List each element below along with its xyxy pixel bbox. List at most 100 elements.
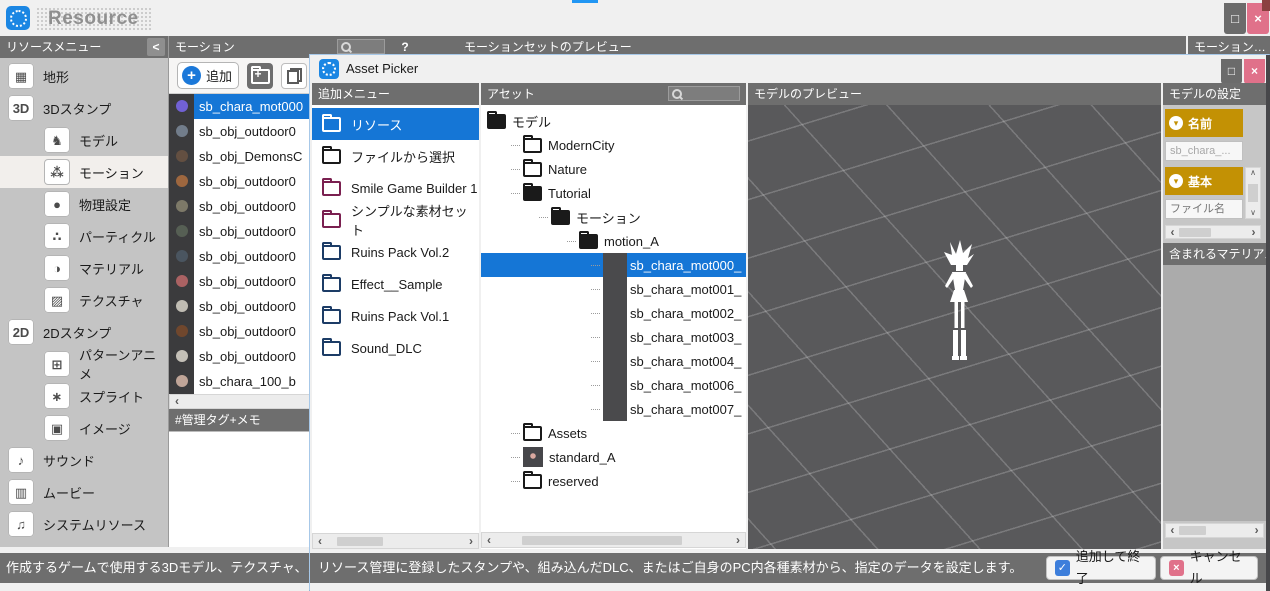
sidebar-item[interactable]: ▨ テクスチャ xyxy=(0,284,168,316)
add-menu-item[interactable]: ファイルから選択 xyxy=(312,140,479,172)
name-section-header[interactable]: ▾ 名前 xyxy=(1165,109,1243,137)
tree-item[interactable]: ModernCity xyxy=(481,133,746,157)
scroll-left-icon[interactable]: ‹ xyxy=(313,535,327,548)
tree-item[interactable]: モデル xyxy=(481,109,746,133)
folder-icon xyxy=(322,309,341,324)
tree-item[interactable]: モーション xyxy=(481,205,746,229)
asset-search-input[interactable] xyxy=(668,86,740,101)
materials-hscrollbar[interactable]: ‹ › xyxy=(1165,523,1264,538)
item-thumbnail xyxy=(169,344,194,369)
cancel-button[interactable]: × キャンセル xyxy=(1160,556,1258,580)
add-menu-item[interactable]: Sound_DLC xyxy=(312,332,479,364)
add-button[interactable]: + 追加 xyxy=(177,62,239,89)
scroll-right-icon[interactable]: › xyxy=(464,535,478,548)
collapse-sidebar-button[interactable]: < xyxy=(147,38,165,56)
add-menu-item[interactable]: リソース xyxy=(312,108,479,140)
sidebar-item[interactable]: ⊞ パターンアニメ xyxy=(0,348,168,380)
tree-item[interactable]: sb_chara_mot002_ xyxy=(481,301,746,325)
settings-hscrollbar[interactable]: ‹ › xyxy=(1165,225,1261,239)
tree-connector xyxy=(591,361,600,362)
sidebar-item[interactable]: 3D 3Dスタンプ xyxy=(0,92,168,124)
system-resource-icon: ♫ xyxy=(8,511,34,537)
tree-item[interactable]: Nature xyxy=(481,157,746,181)
add-menu-panel: 追加メニュー リソース ファイルから選択 Smile Game Builder … xyxy=(312,83,479,549)
scroll-right-icon[interactable]: › xyxy=(731,534,745,547)
tree-item[interactable]: sb_chara_mot001_ xyxy=(481,277,746,301)
scroll-left-icon[interactable]: ‹ xyxy=(170,395,184,408)
scroll-left-icon[interactable]: ‹ xyxy=(1166,226,1179,239)
app-icon xyxy=(6,6,30,30)
resource-menu-sidebar: リソースメニュー < ▦ 地形 3D 3Dスタンプ ♞ モデル ⁂ モーション … xyxy=(0,36,168,547)
scroll-up-icon[interactable]: ∧ xyxy=(1250,168,1256,178)
tree-connector xyxy=(539,217,548,218)
item-thumbnail xyxy=(169,219,194,244)
tree-item[interactable]: sb_chara_mot006_ xyxy=(481,373,746,397)
scroll-down-icon[interactable]: ∨ xyxy=(1250,208,1256,218)
add-menu-item[interactable]: シンプルな素材セット xyxy=(312,204,479,236)
sidebar-item[interactable]: ♞ モデル xyxy=(0,124,168,156)
sidebar-items: ▦ 地形 3D 3Dスタンプ ♞ モデル ⁂ モーション ● 物理設定 ∴ パー… xyxy=(0,58,168,540)
motion-icon: ⁂ xyxy=(44,159,70,185)
motion-item-label: sb_obj_outdoor0 xyxy=(194,349,296,364)
scroll-left-icon[interactable]: ‹ xyxy=(1166,524,1179,537)
sidebar-item[interactable]: ⁂ モーション xyxy=(0,156,168,188)
tree-item[interactable]: sb_chara_mot004_ xyxy=(481,349,746,373)
settings-vscrollbar[interactable]: ∧ ∨ xyxy=(1245,167,1261,219)
tree-item[interactable]: Assets xyxy=(481,421,746,445)
add-menu-item[interactable]: Ruins Pack Vol.1 xyxy=(312,300,479,332)
motion-item-label: sb_obj_outdoor0 xyxy=(194,274,296,289)
tree-item[interactable]: reserved xyxy=(481,469,746,493)
tree-connector xyxy=(591,385,600,386)
tree-item[interactable]: standard_A xyxy=(481,445,746,469)
motion-item-label: sb_obj_outdoor0 xyxy=(194,224,296,239)
sidebar-item[interactable]: ∴ パーティクル xyxy=(0,220,168,252)
sidebar-item[interactable]: ◑ マテリアル xyxy=(0,252,168,284)
asset-tree: モデル ModernCity Nature Tutorial xyxy=(481,105,746,493)
sidebar-item[interactable]: ▦ 地形 xyxy=(0,60,168,92)
new-folder-button[interactable] xyxy=(247,63,273,89)
scroll-right-icon[interactable]: › xyxy=(1250,524,1263,537)
character-model xyxy=(930,238,988,388)
folder-icon xyxy=(523,138,542,153)
sidebar-item[interactable]: ● 物理設定 xyxy=(0,188,168,220)
name-field[interactable] xyxy=(1165,141,1243,161)
filename-field[interactable] xyxy=(1165,199,1243,219)
copy-button[interactable] xyxy=(281,63,307,89)
item-thumbnail xyxy=(169,369,194,394)
confirm-button[interactable]: ✓ 追加して終了 xyxy=(1046,556,1156,580)
add-menu-item[interactable]: Effect__Sample xyxy=(312,268,479,300)
tree-item[interactable]: sb_chara_mot003_ xyxy=(481,325,746,349)
asset-tree-hscrollbar[interactable]: ‹ › xyxy=(481,532,746,548)
add-menu-item[interactable]: Ruins Pack Vol.2 xyxy=(312,236,479,268)
tree-item[interactable]: motion_A xyxy=(481,229,746,253)
file-thumbnail xyxy=(603,277,627,301)
materials-list-empty xyxy=(1163,265,1266,521)
folder-icon xyxy=(322,213,341,228)
sidebar-item[interactable]: 2D 2Dスタンプ xyxy=(0,316,168,348)
sidebar-item[interactable]: ♪ サウンド xyxy=(0,444,168,476)
sidebar-item[interactable]: ▣ イメージ xyxy=(0,412,168,444)
scroll-right-icon[interactable]: › xyxy=(1247,226,1260,239)
tree-item[interactable]: sb_chara_mot007_ xyxy=(481,397,746,421)
sidebar-item[interactable]: ▥ ムービー xyxy=(0,476,168,508)
dialog-close-button[interactable]: × xyxy=(1244,59,1265,84)
tree-item[interactable]: Tutorial xyxy=(481,181,746,205)
menu-hscrollbar[interactable]: ‹ › xyxy=(312,533,479,549)
add-menu-item[interactable]: Smile Game Builder 1 xyxy=(312,172,479,204)
folder-icon xyxy=(523,474,542,489)
dialog-maximize-button[interactable]: □ xyxy=(1221,59,1242,84)
motion-search-input[interactable] xyxy=(337,39,385,54)
sidebar-item-label: パーティクル xyxy=(79,227,156,246)
model-preview-viewport[interactable] xyxy=(748,105,1161,549)
help-button[interactable]: ? xyxy=(397,38,413,56)
sidebar-item[interactable]: ∗ スプライト xyxy=(0,380,168,412)
item-thumbnail xyxy=(169,144,194,169)
file-thumbnail xyxy=(603,373,627,397)
scroll-left-icon[interactable]: ‹ xyxy=(482,534,496,547)
dialog-status-text: リソース管理に登録したスタンプや、組み込んだDLC、またはご自身のPC内各種素材… xyxy=(318,553,1022,583)
model-icon: ♞ xyxy=(44,127,70,153)
tree-item[interactable]: sb_chara_mot000_ xyxy=(481,253,746,277)
maximize-button[interactable]: □ xyxy=(1224,3,1246,34)
sidebar-item[interactable]: ♫ システムリソース xyxy=(0,508,168,540)
basic-section-header[interactable]: ▾ 基本 xyxy=(1165,167,1243,195)
